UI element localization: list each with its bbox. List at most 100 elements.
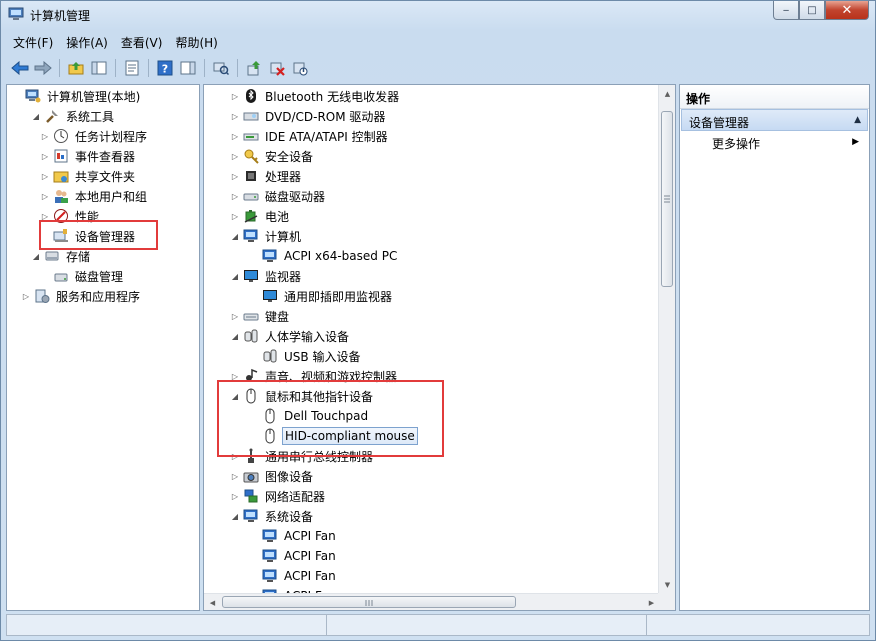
tree-item-label[interactable]: DVD/CD-ROM 驱动器 bbox=[263, 107, 387, 126]
collapse-arrow-icon[interactable]: ◢ bbox=[31, 251, 41, 261]
tree-item[interactable]: ◢ 存储 bbox=[31, 246, 92, 266]
tree-item-label[interactable]: 处理器 bbox=[263, 167, 303, 186]
expand-arrow-icon[interactable]: ▷ bbox=[230, 311, 240, 321]
properties-icon[interactable] bbox=[122, 58, 142, 78]
expand-arrow-icon[interactable]: ▷ bbox=[230, 191, 240, 201]
tree-item-label[interactable]: 磁盘驱动器 bbox=[263, 187, 327, 206]
expand-arrow-icon[interactable]: ▷ bbox=[40, 171, 50, 181]
back-arrow-icon[interactable] bbox=[10, 58, 30, 78]
expand-arrow-icon[interactable]: ▷ bbox=[40, 211, 50, 221]
tree-item-label[interactable]: 监视器 bbox=[263, 267, 303, 286]
forward-arrow-icon[interactable] bbox=[33, 58, 53, 78]
tree-item[interactable]: ◢ 鼠标和其他指针设备 bbox=[230, 386, 375, 406]
tree-item[interactable]: ◢ 人体学输入设备 bbox=[230, 326, 351, 346]
tree-item[interactable]: 通用即插即用监视器 bbox=[249, 286, 394, 306]
tree-item[interactable]: ▷ DVD/CD-ROM 驱动器 bbox=[230, 106, 387, 126]
tree-item[interactable]: ▷ 本地用户和组 bbox=[40, 186, 149, 206]
tree-item[interactable]: 设备管理器 bbox=[40, 226, 137, 246]
tree-item-label[interactable]: 计算机管理(本地) bbox=[45, 87, 142, 106]
tree-item-label[interactable]: 系统设备 bbox=[263, 507, 315, 526]
tree-item[interactable]: ACPI F... bbox=[249, 586, 333, 593]
close-button[interactable]: ✕ bbox=[825, 1, 869, 20]
tree-item-label[interactable]: ACPI x64-based PC bbox=[282, 248, 399, 264]
tree-item[interactable]: ▷ IDE ATA/ATAPI 控制器 bbox=[230, 126, 390, 146]
tree-item-label[interactable]: 磁盘管理 bbox=[73, 267, 125, 286]
minimize-button[interactable]: ‒ bbox=[773, 1, 799, 20]
collapse-arrow-icon[interactable]: ◢ bbox=[230, 331, 240, 341]
tree-item[interactable]: ▷ 处理器 bbox=[230, 166, 303, 186]
collapse-caret-icon[interactable]: ▲ bbox=[854, 115, 861, 125]
tree-item-label[interactable]: 网络适配器 bbox=[263, 487, 327, 506]
expand-arrow-icon[interactable]: ▷ bbox=[230, 211, 240, 221]
show-hide-tree-icon[interactable] bbox=[89, 58, 109, 78]
tree-item-label[interactable]: 本地用户和组 bbox=[73, 187, 149, 206]
tree-item[interactable]: ▷ 事件查看器 bbox=[40, 146, 137, 166]
update-driver-icon[interactable] bbox=[244, 58, 264, 78]
expand-arrow-icon[interactable]: ▷ bbox=[230, 111, 240, 121]
tree-item-label[interactable]: IDE ATA/ATAPI 控制器 bbox=[263, 127, 390, 146]
maximize-button[interactable]: □ bbox=[799, 1, 825, 20]
tree-item-label[interactable]: USB 输入设备 bbox=[282, 347, 362, 366]
tree-item[interactable]: ▷ 安全设备 bbox=[230, 146, 315, 166]
tree-item-label[interactable]: ACPI Fan bbox=[282, 528, 338, 544]
menu-file[interactable]: 文件(F) bbox=[6, 32, 59, 52]
tree-item[interactable]: ▷ 声音、视频和游戏控制器 bbox=[230, 366, 399, 386]
vertical-scroll-thumb[interactable] bbox=[661, 111, 673, 287]
expand-arrow-icon[interactable]: ▷ bbox=[230, 131, 240, 141]
uninstall-device-icon[interactable] bbox=[267, 58, 287, 78]
tree-item[interactable]: ▷ 键盘 bbox=[230, 306, 291, 326]
up-folder-icon[interactable] bbox=[66, 58, 86, 78]
tree-item-label[interactable]: 服务和应用程序 bbox=[54, 287, 142, 306]
scroll-up-icon[interactable]: ▲ bbox=[659, 85, 675, 102]
tree-item-label[interactable]: Bluetooth 无线电收发器 bbox=[263, 87, 401, 106]
tree-item[interactable]: ▷ Bluetooth 无线电收发器 bbox=[230, 86, 401, 106]
tree-item-label[interactable]: 设备管理器 bbox=[73, 227, 137, 246]
tree-item[interactable]: ▷ 服务和应用程序 bbox=[21, 286, 142, 306]
vertical-scrollbar[interactable]: ▲ ▼ bbox=[658, 85, 675, 593]
tree-item[interactable]: ▷ 电池 bbox=[230, 206, 291, 226]
more-actions-link[interactable]: 更多操作 bbox=[712, 135, 760, 152]
tree-item[interactable]: ◢ 计算机 bbox=[230, 226, 303, 246]
tree-item[interactable]: 磁盘管理 bbox=[40, 266, 125, 286]
tree-item[interactable]: ▷ 磁盘驱动器 bbox=[230, 186, 327, 206]
tree-item-label[interactable]: HID-compliant mouse bbox=[282, 427, 418, 445]
collapse-arrow-icon[interactable]: ◢ bbox=[230, 511, 240, 521]
tree-item-label[interactable]: 图像设备 bbox=[263, 467, 315, 486]
expand-arrow-icon[interactable]: ▷ bbox=[230, 491, 240, 501]
collapse-arrow-icon[interactable]: ◢ bbox=[31, 111, 41, 121]
tree-item-label[interactable]: 电池 bbox=[263, 207, 291, 226]
tree-item[interactable]: ACPI Fan bbox=[249, 546, 338, 566]
menu-view[interactable]: 查看(V) bbox=[114, 32, 169, 52]
scan-hardware-icon[interactable] bbox=[211, 58, 231, 78]
collapse-arrow-icon[interactable]: ◢ bbox=[230, 271, 240, 281]
horizontal-scrollbar[interactable]: ◀ ▶ bbox=[204, 593, 660, 610]
tree-item[interactable]: ▷ 共享文件夹 bbox=[40, 166, 137, 186]
tree-item-label[interactable]: 安全设备 bbox=[263, 147, 315, 166]
tree-item[interactable]: ACPI x64-based PC bbox=[249, 246, 399, 266]
tree-item[interactable]: ▷ 性能 bbox=[40, 206, 101, 226]
tree-item-label[interactable]: 声音、视频和游戏控制器 bbox=[263, 367, 399, 386]
expand-arrow-icon[interactable]: ▷ bbox=[230, 451, 240, 461]
tree-item-label[interactable]: 存储 bbox=[64, 247, 92, 266]
menu-action[interactable]: 操作(A) bbox=[59, 32, 114, 52]
collapse-arrow-icon[interactable]: ◢ bbox=[230, 391, 240, 401]
tree-item[interactable]: ▷ 通用串行总线控制器 bbox=[230, 446, 375, 466]
tree-item-label[interactable]: 通用串行总线控制器 bbox=[263, 447, 375, 466]
expand-arrow-icon[interactable]: ▷ bbox=[40, 191, 50, 201]
expand-arrow-icon[interactable]: ▷ bbox=[40, 131, 50, 141]
title-bar[interactable]: 计算机管理 ‒ □ ✕ bbox=[1, 1, 875, 29]
show-action-pane-icon[interactable] bbox=[178, 58, 198, 78]
tree-item-label[interactable]: Dell Touchpad bbox=[282, 408, 370, 424]
tree-item[interactable]: ◢ 系统设备 bbox=[230, 506, 315, 526]
tree-item-label[interactable]: 通用即插即用监视器 bbox=[282, 287, 394, 306]
tree-item-label[interactable]: 键盘 bbox=[263, 307, 291, 326]
tree-item-label[interactable]: 系统工具 bbox=[64, 107, 116, 126]
tree-item-label[interactable]: 事件查看器 bbox=[73, 147, 137, 166]
expand-arrow-icon[interactable]: ▷ bbox=[40, 151, 50, 161]
tree-item-label[interactable]: 任务计划程序 bbox=[73, 127, 149, 146]
expand-arrow-icon[interactable]: ▷ bbox=[230, 171, 240, 181]
tree-item[interactable]: Dell Touchpad bbox=[249, 406, 370, 426]
disable-device-icon[interactable] bbox=[290, 58, 310, 78]
horizontal-scroll-thumb[interactable] bbox=[222, 596, 516, 608]
menu-help[interactable]: 帮助(H) bbox=[168, 32, 223, 52]
